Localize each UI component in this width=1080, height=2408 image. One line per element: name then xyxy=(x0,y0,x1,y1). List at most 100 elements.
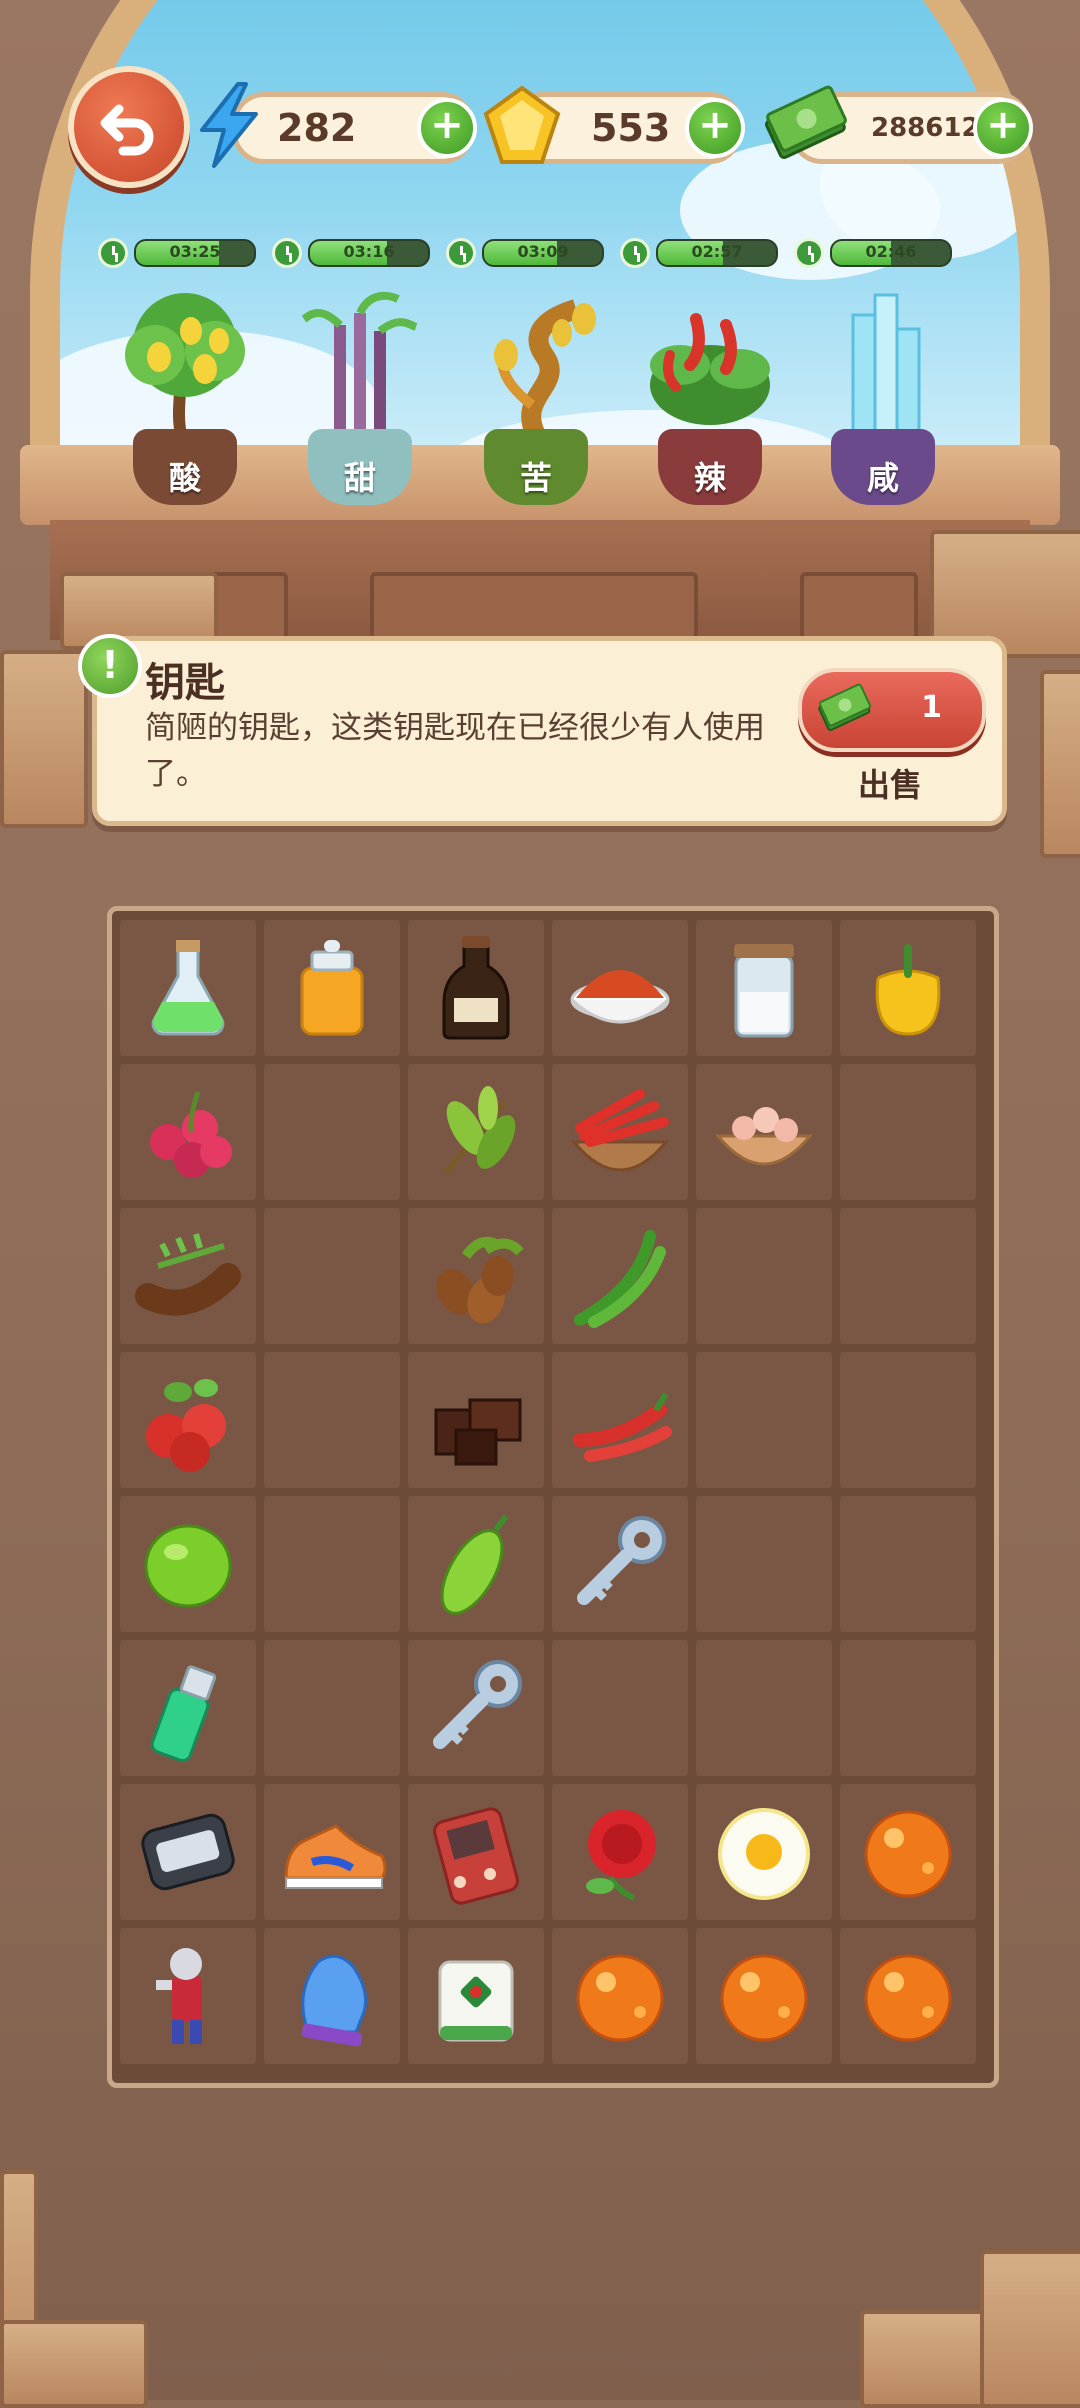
sell-price: 1 xyxy=(921,690,942,725)
inventory-slot[interactable] xyxy=(696,1928,832,2064)
inventory-slot[interactable] xyxy=(408,1784,544,1920)
inventory-slot[interactable] xyxy=(264,1784,400,1920)
inventory-slot-empty[interactable] xyxy=(264,1640,400,1776)
flavor-plant-1[interactable]: 甜 xyxy=(290,285,430,505)
inventory-slot-empty[interactable] xyxy=(696,1352,832,1488)
inventory-slot[interactable] xyxy=(408,920,544,1056)
crate xyxy=(860,2310,988,2408)
clock-icon xyxy=(794,238,824,268)
coffee-beans-icon xyxy=(436,1236,524,1324)
inventory-slot[interactable] xyxy=(408,1352,544,1488)
inventory-slot[interactable] xyxy=(408,1208,544,1344)
timer-text: 03:25 xyxy=(169,242,221,261)
chili-plant-icon xyxy=(650,313,770,425)
energy-value: 282 xyxy=(277,106,357,150)
plant-pot: 咸 xyxy=(831,429,935,505)
fried-egg-icon xyxy=(718,1808,810,1900)
blue-mitten-icon xyxy=(301,1954,368,2047)
inventory-slot[interactable] xyxy=(552,1352,688,1488)
red-chili-peppers-icon xyxy=(573,1392,672,1462)
inventory-slot-empty[interactable] xyxy=(264,1064,400,1200)
inventory-grid xyxy=(120,920,980,2064)
timer-text: 03:09 xyxy=(517,242,569,261)
sell-button[interactable]: 1 xyxy=(798,668,986,752)
inventory-slot-empty[interactable] xyxy=(696,1640,832,1776)
add-cash-button[interactable]: + xyxy=(973,98,1033,158)
orange-orb-icon xyxy=(720,1954,808,2042)
inventory-slot-empty[interactable] xyxy=(696,1496,832,1632)
inventory-slot-empty[interactable] xyxy=(840,1064,976,1200)
grow-timer: 02:57 xyxy=(620,238,778,268)
inventory-slot[interactable] xyxy=(696,1064,832,1200)
inventory-slot[interactable] xyxy=(840,1928,976,2064)
inventory-slot[interactable] xyxy=(408,1928,544,2064)
dark-chocolate-icon xyxy=(434,1398,522,1466)
inventory-slot[interactable] xyxy=(264,920,400,1056)
counter-panel xyxy=(800,572,918,640)
add-gems-button[interactable]: + xyxy=(685,98,745,158)
inventory-slot-empty[interactable] xyxy=(264,1352,400,1488)
inventory-slot[interactable] xyxy=(552,1208,688,1344)
inventory-slot-empty[interactable] xyxy=(840,1208,976,1344)
energy-counter: 282 + xyxy=(232,92,477,164)
inventory-slot[interactable] xyxy=(552,920,688,1056)
inventory-slot-empty[interactable] xyxy=(264,1496,400,1632)
inventory-slot[interactable] xyxy=(120,1640,256,1776)
inventory-slot-empty[interactable] xyxy=(552,1640,688,1776)
back-button[interactable] xyxy=(68,66,190,188)
inventory-slot[interactable] xyxy=(840,920,976,1056)
inventory-slot[interactable] xyxy=(120,1208,256,1344)
inventory-slot-empty[interactable] xyxy=(696,1208,832,1344)
flavor-plant-2[interactable]: 苦 xyxy=(466,285,606,505)
add-energy-button[interactable]: + xyxy=(417,98,477,158)
inventory-slot[interactable] xyxy=(552,1784,688,1920)
inventory-slot[interactable] xyxy=(264,1928,400,2064)
inventory-slot[interactable] xyxy=(120,920,256,1056)
inventory-slot-empty[interactable] xyxy=(840,1352,976,1488)
red-chili-bowl-icon xyxy=(570,1089,670,1172)
info-exclamation-icon: ! xyxy=(78,634,142,698)
inventory-slot[interactable] xyxy=(552,1496,688,1632)
inventory-slot[interactable] xyxy=(408,1064,544,1200)
plant-pot: 酸 xyxy=(133,429,237,505)
inventory-slot[interactable] xyxy=(408,1640,544,1776)
inventory-slot[interactable] xyxy=(552,1928,688,2064)
inventory-slot[interactable] xyxy=(120,1496,256,1632)
orange-orb-icon xyxy=(864,1954,952,2042)
lime-icon xyxy=(144,1524,232,1608)
clock-icon xyxy=(446,238,476,268)
item-title: 钥匙 xyxy=(145,660,225,706)
hero-figure-icon xyxy=(156,1948,202,2044)
mahjong-tile-icon xyxy=(438,1960,514,2042)
gems-value: 553 xyxy=(591,106,671,150)
back-arrow-icon xyxy=(100,104,154,156)
inventory-slot[interactable] xyxy=(552,1064,688,1200)
inventory-slot-empty[interactable] xyxy=(264,1208,400,1344)
sell-label[interactable]: 出售 xyxy=(858,760,922,806)
red-rose-icon xyxy=(586,1810,656,1901)
inventory-slot[interactable] xyxy=(120,1928,256,2064)
flavor-plant-3[interactable]: 辣 xyxy=(640,285,780,505)
inventory-slot[interactable] xyxy=(696,920,832,1056)
inventory-slot[interactable] xyxy=(120,1064,256,1200)
inventory-slot[interactable] xyxy=(120,1352,256,1488)
inventory-slot-empty[interactable] xyxy=(840,1496,976,1632)
crate xyxy=(1040,670,1080,858)
bitter-melon-icon xyxy=(440,1514,509,1615)
timer-progress-bar: 02:46 xyxy=(830,239,952,267)
inventory-slot[interactable] xyxy=(840,1784,976,1920)
tamarind-icon xyxy=(135,1233,241,1316)
inventory-slot[interactable] xyxy=(408,1496,544,1632)
inventory-slot-empty[interactable] xyxy=(840,1640,976,1776)
clock-icon xyxy=(98,238,128,268)
timer-text: 02:57 xyxy=(691,242,743,261)
timer-progress-bar: 02:57 xyxy=(656,239,778,267)
bitter-plant-icon xyxy=(494,299,596,440)
crate xyxy=(0,650,88,828)
flavor-plant-0[interactable]: 酸 xyxy=(115,285,255,505)
handheld-game-icon xyxy=(433,1807,519,1905)
flavor-plant-4[interactable]: 咸 xyxy=(813,285,953,505)
inventory-slot[interactable] xyxy=(120,1784,256,1920)
inventory-slot[interactable] xyxy=(696,1784,832,1920)
timer-progress-bar: 03:09 xyxy=(482,239,604,267)
